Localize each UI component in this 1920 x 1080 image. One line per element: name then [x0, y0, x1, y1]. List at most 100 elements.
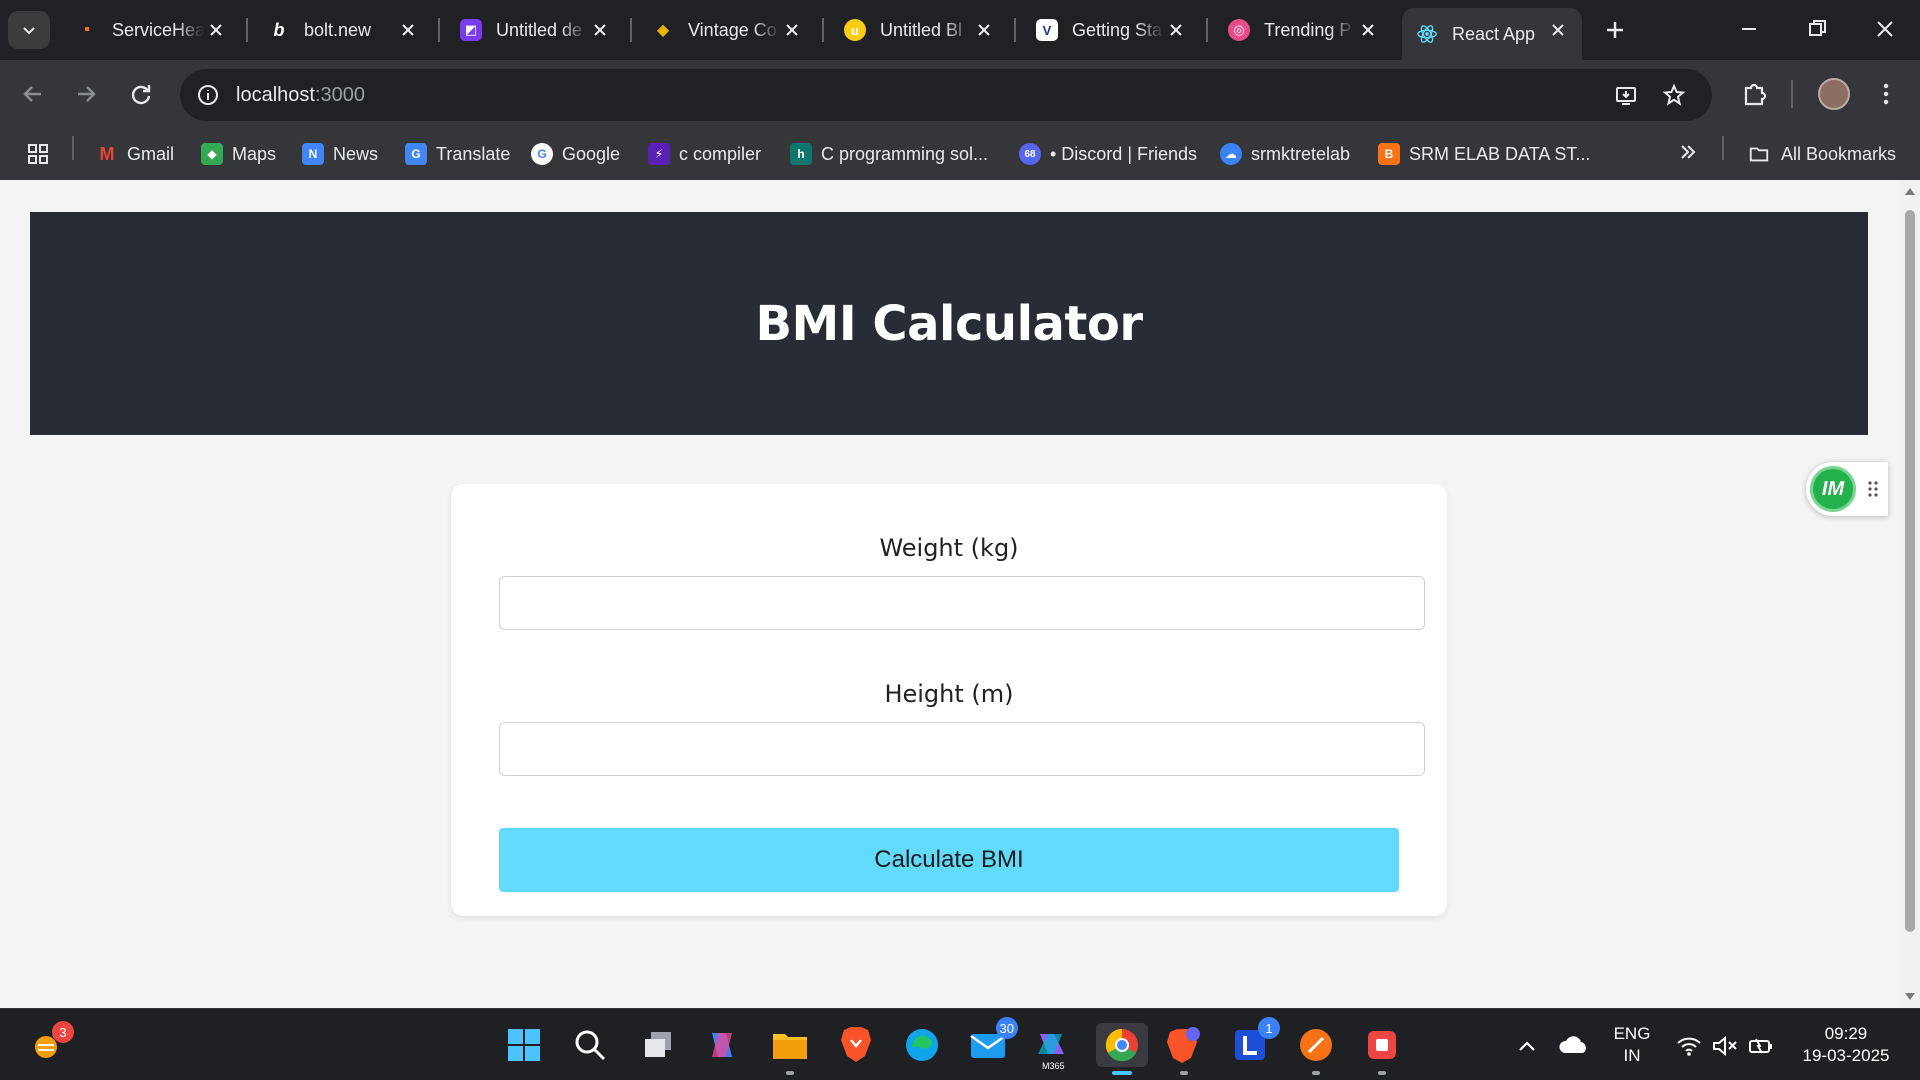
- m365-label: M365: [1042, 1061, 1065, 1071]
- menu-kebab-icon[interactable]: [1870, 78, 1902, 110]
- height-label: Height (m): [884, 680, 1014, 708]
- tab-untitled-design[interactable]: ◩ Untitled de: [446, 8, 624, 52]
- start-button[interactable]: [502, 1023, 546, 1067]
- chrome-app[interactable]: [1096, 1023, 1148, 1075]
- scrollbar-thumb[interactable]: [1905, 210, 1915, 932]
- react-icon: [1417, 25, 1437, 43]
- site-info-icon[interactable]: [196, 83, 220, 107]
- minimize-icon[interactable]: [1734, 14, 1764, 44]
- volume-muted-icon[interactable]: [1712, 1035, 1738, 1057]
- weight-input[interactable]: [499, 576, 1425, 630]
- brave-app[interactable]: [834, 1023, 878, 1067]
- tab-vintage[interactable]: ◆ Vintage Co: [638, 8, 816, 52]
- extensions-puzzle-icon[interactable]: [1738, 78, 1770, 110]
- all-bookmarks-button[interactable]: All Bookmarks: [1746, 140, 1896, 168]
- mail-app[interactable]: 30: [966, 1017, 1018, 1067]
- edge-icon: [906, 1029, 938, 1061]
- tab-separator: [630, 18, 632, 42]
- reload-icon[interactable]: [125, 78, 157, 110]
- close-icon[interactable]: [1548, 20, 1568, 40]
- page-viewport: BMI Calculator Weight (kg) Height (m) Ca…: [0, 180, 1900, 1008]
- search-button[interactable]: [568, 1023, 612, 1067]
- blog-icon: u: [844, 19, 866, 41]
- forward-arrow-icon[interactable]: [70, 78, 102, 110]
- close-icon[interactable]: [974, 20, 994, 40]
- scroll-down-arrow-icon[interactable]: [1904, 992, 1916, 1002]
- running-indicator: [1180, 1071, 1188, 1075]
- scroll-up-arrow-icon[interactable]: [1904, 186, 1916, 196]
- bookmarks-overflow-icon[interactable]: [1676, 140, 1700, 164]
- red-app[interactable]: [1360, 1023, 1404, 1075]
- new-tab-plus-icon[interactable]: [1600, 15, 1630, 45]
- task-view-icon: [645, 1032, 671, 1057]
- bookmark-srm-elab[interactable]: B SRM ELAB DATA ST...: [1378, 140, 1590, 168]
- bookmark-maps[interactable]: ◆ Maps: [201, 140, 276, 168]
- bookmark-c-compiler[interactable]: ⚡ c compiler: [648, 140, 761, 168]
- calculate-bmi-button[interactable]: Calculate BMI: [499, 828, 1399, 892]
- tab-untitled-blog[interactable]: u Untitled Bl: [830, 8, 1008, 52]
- profile-avatar[interactable]: [1818, 78, 1850, 110]
- todo-badge: 1: [1258, 1017, 1280, 1039]
- bookmark-c-programming[interactable]: h C programming sol...: [790, 140, 988, 168]
- restore-icon[interactable]: [1802, 14, 1832, 44]
- bookmarks-separator: [72, 136, 74, 160]
- copilot-app[interactable]: [700, 1023, 744, 1067]
- close-icon[interactable]: [206, 20, 226, 40]
- bookmark-srmktretelab[interactable]: ☁ srmktretelab: [1220, 140, 1350, 168]
- height-input[interactable]: [499, 722, 1425, 776]
- onedrive-cloud-icon[interactable]: [1558, 1033, 1590, 1057]
- postman-app[interactable]: [1294, 1023, 1338, 1075]
- tab-react-app[interactable]: React App: [1402, 8, 1582, 60]
- bookmark-discord[interactable]: 68 • Discord | Friends: [1019, 140, 1197, 168]
- chevron-up-icon[interactable]: [1516, 1035, 1538, 1057]
- drag-handle-icon[interactable]: [1866, 479, 1880, 499]
- tab-bolt[interactable]: b bolt.new: [254, 8, 432, 52]
- tab-trending[interactable]: ◎ Trending P: [1214, 8, 1392, 52]
- battery-icon[interactable]: [1748, 1035, 1774, 1057]
- clock[interactable]: 09:29 19-03-2025: [1792, 1023, 1900, 1067]
- edge-app[interactable]: [900, 1023, 944, 1067]
- tab-title: React App: [1452, 23, 1536, 44]
- tab-title: Untitled de: [496, 19, 583, 40]
- back-arrow-icon[interactable]: [17, 78, 49, 110]
- news-icon: N: [302, 143, 324, 165]
- vuetify-icon: V: [1036, 19, 1058, 41]
- brave-nightly-app[interactable]: [1162, 1023, 1206, 1075]
- all-bookmarks-label: All Bookmarks: [1781, 143, 1897, 164]
- bookmark-gmail[interactable]: M Gmail: [96, 140, 175, 168]
- file-explorer-app[interactable]: [768, 1023, 812, 1075]
- url-host: localhost: [236, 83, 315, 106]
- bookmarks-separator: [1722, 136, 1724, 160]
- todo-app[interactable]: 1: [1228, 1017, 1280, 1067]
- bookmark-news[interactable]: N News: [302, 140, 378, 168]
- apps-grid-icon[interactable]: [26, 142, 50, 166]
- weather-widget[interactable]: 3: [26, 1021, 74, 1067]
- close-icon[interactable]: [590, 20, 610, 40]
- extension-floating-badge[interactable]: IM: [1806, 462, 1888, 516]
- close-icon[interactable]: [398, 20, 418, 40]
- wifi-icon[interactable]: [1676, 1035, 1702, 1057]
- task-view-button[interactable]: [636, 1023, 680, 1067]
- tab-search-button[interactable]: [8, 11, 50, 49]
- bookmark-star-icon[interactable]: [1662, 83, 1686, 107]
- app-red-icon: [1368, 1031, 1396, 1059]
- tab-getting-started[interactable]: V Getting Sta: [1022, 8, 1200, 52]
- weight-label: Weight (kg): [879, 534, 1019, 562]
- tab-separator: [438, 18, 440, 42]
- windows-taskbar: 3 30 M365 1 ENG IN 09:29 19-03-2025: [0, 1008, 1920, 1080]
- close-icon[interactable]: [782, 20, 802, 40]
- page-scrollbar[interactable]: [1900, 180, 1920, 1008]
- bookmark-google[interactable]: G Google: [531, 140, 620, 168]
- bookmark-translate[interactable]: G Translate: [405, 140, 510, 168]
- close-icon[interactable]: [1358, 20, 1378, 40]
- install-app-icon[interactable]: [1614, 83, 1638, 107]
- language-indicator[interactable]: ENG IN: [1606, 1023, 1658, 1067]
- close-icon[interactable]: [1166, 20, 1186, 40]
- tab-servicehealth[interactable]: ▪ ServiceHea: [62, 8, 240, 52]
- bookmark-label: SRM ELAB DATA ST...: [1409, 143, 1591, 164]
- address-url[interactable]: localhost:3000: [236, 84, 365, 107]
- address-bar[interactable]: localhost:3000: [180, 69, 1712, 121]
- close-window-icon[interactable]: [1870, 14, 1900, 44]
- postman-icon: [1300, 1029, 1332, 1061]
- m365-app[interactable]: M365: [1030, 1023, 1074, 1071]
